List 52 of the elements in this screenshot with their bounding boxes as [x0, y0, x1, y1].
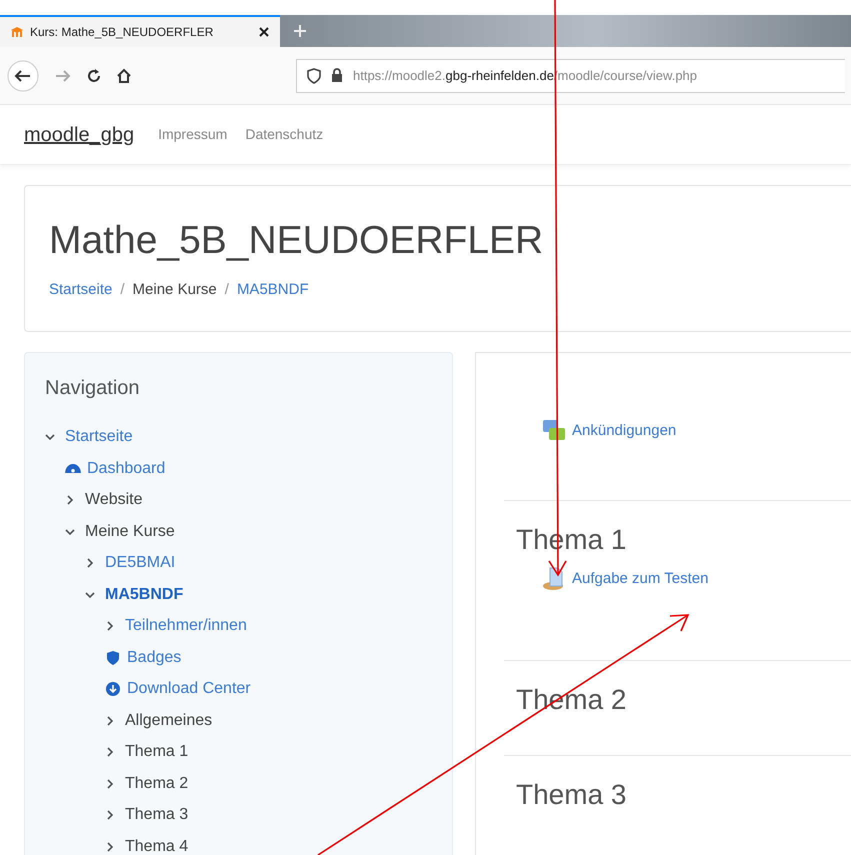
block-title: Navigation [45, 376, 141, 402]
tree-item[interactable]: Thema 2 [125, 772, 188, 796]
tree-item[interactable]: Thema 1 [125, 740, 188, 764]
chevron-right-icon[interactable] [105, 810, 115, 820]
tree-item[interactable]: Website [85, 488, 143, 512]
shield-icon [307, 68, 321, 84]
tree-item[interactable]: DE5BMAI [105, 551, 176, 576]
shield-icon [105, 650, 121, 666]
chevron-right-icon[interactable] [105, 621, 115, 632]
tab-title: Kurs: Mathe_5B_NEUDOERFLER [30, 24, 214, 41]
chevron-right-icon[interactable] [65, 495, 75, 506]
nav-link[interactable]: Impressum [158, 124, 228, 145]
breadcrumb-link[interactable]: MA5BNDF [236, 278, 309, 302]
tree-item[interactable]: Download Center [127, 677, 251, 702]
browser-tab[interactable]: Kurs: Mathe_5B_NEUDOERFLER [0, 15, 280, 47]
chevron-right-icon[interactable] [105, 716, 115, 726]
activity-link[interactable]: Aufgabe zum Testen [572, 568, 708, 590]
lock-icon [331, 68, 343, 83]
moodle-hat-icon [10, 26, 24, 38]
breadcrumb-link[interactable]: Startseite [49, 278, 112, 302]
nav-link[interactable]: Datenschutz [245, 124, 324, 145]
chevron-right-icon[interactable] [105, 842, 115, 852]
tree-item[interactable]: Dashboard [87, 456, 166, 481]
plus-icon[interactable] [293, 24, 307, 38]
tree-item[interactable]: Thema 3 [125, 803, 188, 828]
back-icon[interactable] [6, 58, 40, 92]
tree-item[interactable]: Allgemeines [125, 708, 212, 733]
breadcrumb-separator: / [224, 280, 229, 300]
tree-item[interactable]: Badges [127, 646, 182, 670]
chevron-right-icon[interactable] [85, 558, 95, 568]
site-name[interactable]: moodle_gbg [24, 120, 134, 150]
document-icon [542, 566, 566, 591]
chevron-right-icon[interactable] [105, 747, 115, 758]
dashboard-icon [65, 464, 81, 474]
chevron-down-icon[interactable] [45, 432, 55, 442]
section-title: Thema 3 [516, 778, 628, 812]
course-title: Mathe_5B_NEUDOERFLER [49, 218, 544, 264]
reload-icon[interactable] [86, 68, 102, 84]
home-icon[interactable] [116, 68, 132, 84]
breadcrumb-item: Meine Kurse [132, 280, 217, 300]
breadcrumb-separator: / [120, 280, 125, 300]
download-icon [105, 681, 121, 698]
tree-item[interactable]: Teilnehmer/innen [125, 614, 247, 638]
chevron-down-icon[interactable] [65, 526, 75, 537]
close-icon[interactable] [258, 26, 270, 38]
chevron-down-icon[interactable] [85, 590, 95, 600]
tree-item[interactable]: MA5BNDF [105, 582, 184, 607]
chevron-right-icon[interactable] [105, 778, 115, 789]
tree-item[interactable]: Meine Kurse [85, 520, 175, 544]
tree-item[interactable]: Thema 4 [125, 834, 188, 855]
activity-link[interactable]: Ankündigungen [572, 420, 676, 443]
tree-item[interactable]: Startseite [65, 425, 133, 450]
